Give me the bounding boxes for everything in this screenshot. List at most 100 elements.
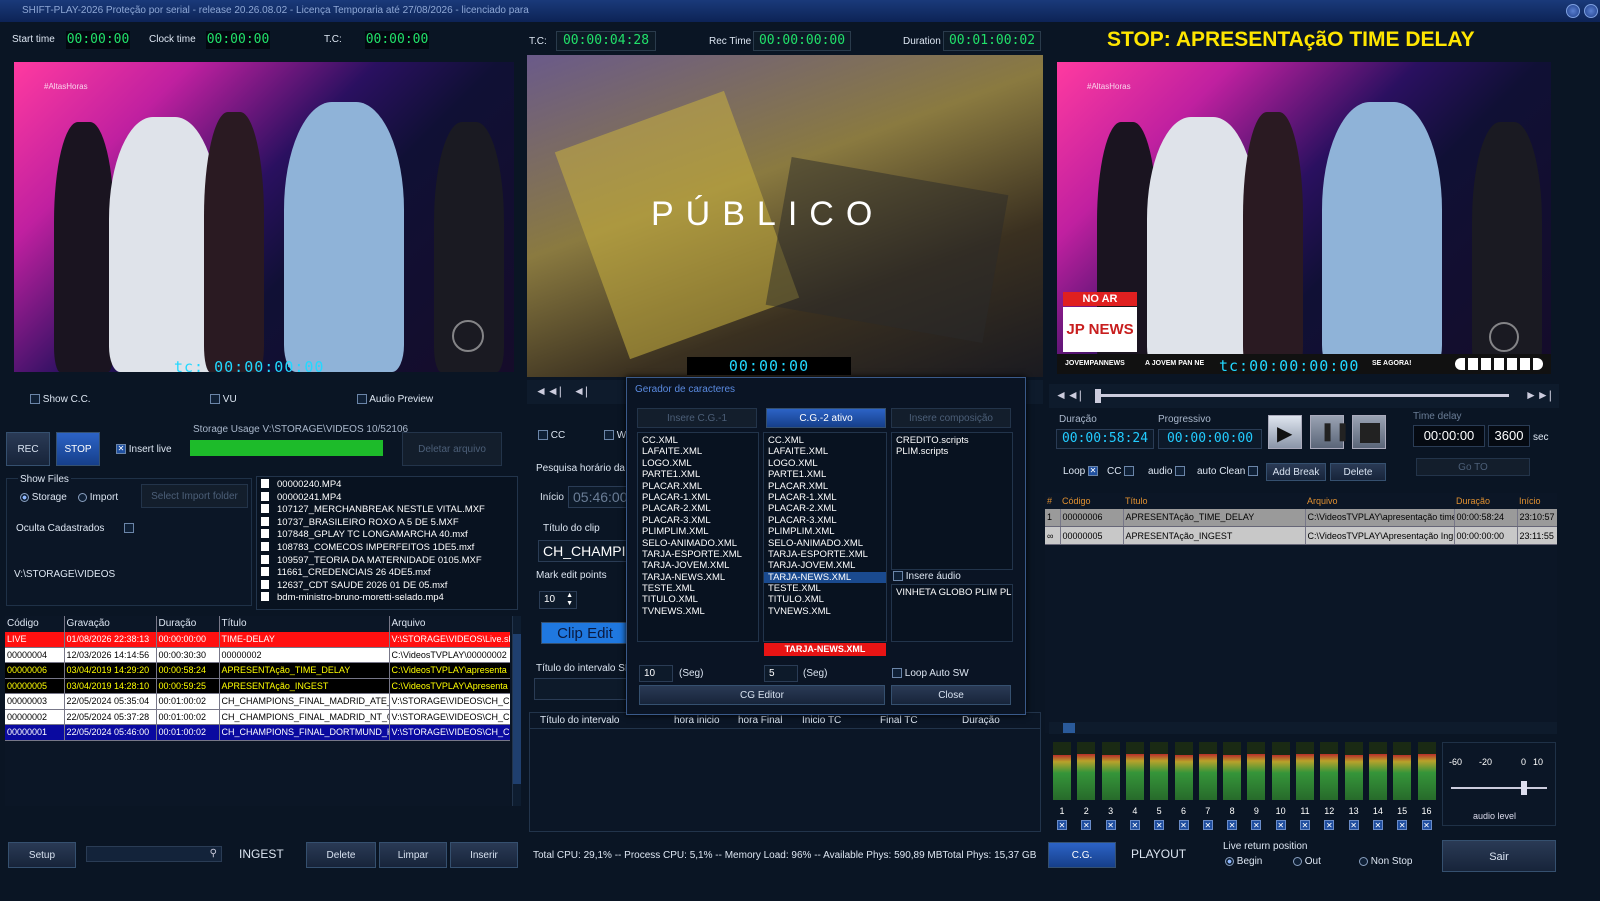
mark-edit-stepper[interactable]: 10 ▲ ▼ bbox=[539, 591, 577, 609]
interval-col-header[interactable]: hora Final bbox=[738, 715, 782, 726]
auto-clean-checkbox[interactable]: auto Clean bbox=[1197, 466, 1259, 477]
interval-col-header[interactable]: hora inicio bbox=[674, 715, 720, 726]
cg-editor-button[interactable]: CG Editor bbox=[639, 685, 885, 705]
cc-checkbox-center[interactable]: CC bbox=[538, 430, 565, 441]
playlist-hscrollbar[interactable] bbox=[1049, 722, 1557, 734]
exit-button[interactable]: Sair bbox=[1442, 840, 1556, 872]
playlist-col-header[interactable]: Duração bbox=[1454, 493, 1517, 509]
interval-col-header[interactable]: Inicio TC bbox=[802, 715, 841, 726]
channel-mute-checkbox[interactable]: ✕ bbox=[1348, 820, 1359, 830]
cg-list-item[interactable]: TARJA-JOVEM.XML bbox=[764, 560, 886, 571]
ingest-col-header[interactable]: Título bbox=[219, 616, 390, 632]
cg-list-item[interactable]: PLACAR-3.XML bbox=[764, 515, 886, 526]
audio-level-slider[interactable] bbox=[1451, 787, 1547, 789]
ingest-row[interactable]: LIVE 01/08/2026 22:38:13 00:00:00:00 TIME-D… bbox=[5, 631, 510, 648]
file-list[interactable]: 00000240.MP4 00000241.MP4 107127_MERCHANBR… bbox=[256, 476, 518, 610]
cg-list-item[interactable]: CC.XML bbox=[638, 435, 758, 446]
select-import-folder-button[interactable]: Select Import folder bbox=[141, 484, 248, 508]
file-list-item[interactable]: 10737_BRASILEIRO ROXO A 5 DE 5.MXF bbox=[257, 516, 517, 530]
close-window-button[interactable] bbox=[1584, 4, 1598, 18]
cg2-duration-input[interactable]: 5 bbox=[764, 665, 798, 682]
cg-list-item[interactable]: PLIMPLIM.XML bbox=[764, 526, 886, 537]
cg-button[interactable]: C.G. bbox=[1048, 842, 1116, 868]
file-list-item[interactable]: 109597_TEORIA DA MATERNIDADE 0105.MXF bbox=[257, 554, 517, 568]
cg-list-item[interactable]: PLACAR-1.XML bbox=[638, 492, 758, 503]
file-list-item[interactable]: 107127_MERCHANBREAK NESTLE VITAL.MXF bbox=[257, 504, 517, 517]
cg1-list[interactable]: CC.XML LAFAITE.XML LOGO.XML PARTE1.XML PLACA… bbox=[637, 432, 759, 642]
cg-list-item[interactable]: PARTE1.XML bbox=[638, 469, 758, 480]
file-list-item[interactable]: 107848_GPLAY TC LONGAMARCHA 40.mxf bbox=[257, 529, 517, 542]
hide-registered-checkbox[interactable] bbox=[124, 523, 134, 534]
delete-playlist-button[interactable]: Delete bbox=[1330, 463, 1386, 481]
search-input[interactable]: ⚲ bbox=[86, 846, 222, 862]
ingest-col-header[interactable]: Gravação bbox=[64, 616, 157, 632]
begin-radio[interactable]: Begin bbox=[1225, 856, 1262, 867]
delete-file-button[interactable]: Deletar arquivo bbox=[402, 432, 502, 466]
cg-list-item[interactable]: PLACAR.XML bbox=[764, 481, 886, 492]
channel-mute-checkbox[interactable]: ✕ bbox=[1227, 820, 1238, 830]
playlist-col-header[interactable]: # bbox=[1045, 493, 1060, 509]
file-list-item[interactable]: 00000240.MP4 bbox=[257, 479, 517, 492]
channel-mute-checkbox[interactable]: ✕ bbox=[1154, 820, 1165, 830]
cg-list-item[interactable]: PLACAR.XML bbox=[638, 481, 758, 492]
cg-list-item[interactable]: LAFAITE.XML bbox=[764, 446, 886, 457]
playlist-col-header[interactable]: Código bbox=[1060, 493, 1123, 509]
ingest-scrollbar[interactable] bbox=[512, 616, 521, 806]
insert-composition-button[interactable]: Insere composição bbox=[891, 408, 1011, 428]
interval-col-header[interactable]: Duração bbox=[962, 715, 1000, 726]
import-radio[interactable]: Import bbox=[78, 492, 118, 503]
add-break-button[interactable]: Add Break bbox=[1266, 463, 1326, 481]
playlist-table[interactable]: # Código Título Arquivo Duração Início 1 00000… bbox=[1045, 493, 1557, 733]
composition-list[interactable]: CREDITO.scripts PLIM.scripts bbox=[891, 432, 1013, 570]
channel-mute-checkbox[interactable]: ✕ bbox=[1251, 820, 1262, 830]
cg-list-item[interactable]: PLIM.scripts bbox=[892, 446, 1012, 457]
cg-list-item[interactable]: PLACAR-3.XML bbox=[638, 515, 758, 526]
playlist-col-header[interactable]: Início bbox=[1517, 493, 1557, 509]
audio-checkbox[interactable]: audio bbox=[1148, 466, 1186, 477]
ingest-row[interactable]: 00000001 22/05/2024 05:46:00 00:01:00:02 CH… bbox=[5, 724, 510, 741]
seek-handle[interactable] bbox=[1095, 389, 1101, 403]
channel-mute-checkbox[interactable]: ✕ bbox=[1202, 820, 1213, 830]
cg-list-item[interactable]: LAFAITE.XML bbox=[638, 446, 758, 457]
ingest-col-header[interactable]: Arquivo bbox=[389, 616, 510, 632]
insert-live-checkbox[interactable]: ✕ Insert live bbox=[116, 444, 172, 455]
file-list-item[interactable]: 12637_CDT SAUDE 2026 01 DE 05.mxf bbox=[257, 579, 517, 593]
file-list-item[interactable]: bdm-ministro-bruno-moretti-selado.mp4 bbox=[257, 592, 517, 605]
playlist-col-header[interactable]: Título bbox=[1123, 493, 1305, 509]
clip-title-input[interactable]: CH_CHAMPIC bbox=[538, 540, 628, 562]
non-stop-radio[interactable]: Non Stop bbox=[1359, 856, 1412, 867]
cg-list-item[interactable]: PLACAR-2.XML bbox=[764, 503, 886, 514]
cg-list-item[interactable]: TARJA-JOVEM.XML bbox=[638, 560, 758, 571]
audio-list[interactable]: VINHETA GLOBO PLIM PLIM 2 bbox=[891, 584, 1013, 642]
step-back-icon[interactable]: ◄| bbox=[573, 384, 588, 398]
ingest-row[interactable]: 00000004 12/03/2026 14:14:56 00:00:30:30 00… bbox=[5, 647, 510, 663]
clip-edit-button[interactable]: Clip Edit bbox=[541, 622, 629, 644]
out-radio[interactable]: Out bbox=[1293, 856, 1321, 867]
channel-mute-checkbox[interactable]: ✕ bbox=[1275, 820, 1286, 830]
cg-list-item[interactable]: CREDITO.scripts bbox=[892, 435, 1012, 446]
interval-title-input[interactable] bbox=[534, 678, 628, 700]
channel-mute-checkbox[interactable]: ✕ bbox=[1105, 820, 1116, 830]
loop-checkbox[interactable]: Loop ✕ bbox=[1063, 466, 1099, 477]
delete-button[interactable]: Delete bbox=[306, 842, 376, 868]
insert-cg1-button[interactable]: Insere C.G.-1 bbox=[637, 408, 757, 428]
playlist-row[interactable]: ∞ 00000005 APRESENTAção_INGEST C:\VideosTVP… bbox=[1045, 526, 1557, 545]
start-time-input[interactable]: 05:46:00 bbox=[568, 486, 628, 508]
cg-list-item[interactable]: CC.XML bbox=[764, 435, 886, 446]
go-to-button[interactable]: Go TO bbox=[1416, 458, 1530, 476]
interval-col-header[interactable]: Título do intervalo bbox=[540, 715, 620, 726]
playlist-row[interactable]: 1 00000006 APRESENTAção_TIME_DELAY C:\Video… bbox=[1045, 508, 1557, 527]
cg-list-item[interactable]: PLACAR-2.XML bbox=[638, 503, 758, 514]
pause-button[interactable]: ❚❚ bbox=[1310, 415, 1350, 449]
ingest-row[interactable]: 00000002 22/05/2024 05:37:28 00:01:00:02 CH… bbox=[5, 709, 510, 725]
ingest-table[interactable]: Código Gravação Duração Título Arquivo LIVE 0… bbox=[5, 616, 510, 806]
cg-list-item[interactable]: PARTE1.XML bbox=[764, 469, 886, 480]
file-list-item[interactable]: 00000241.MP4 bbox=[257, 491, 517, 505]
playlist-col-header[interactable]: Arquivo bbox=[1305, 493, 1454, 509]
file-list-item[interactable]: 11661_CREDENCIAIS 26 4DE5.mxf bbox=[257, 567, 517, 580]
channel-mute-checkbox[interactable]: ✕ bbox=[1129, 820, 1140, 830]
cg-list-item[interactable]: SELO-ANIMADO.XML bbox=[638, 538, 758, 549]
insert-audio-checkbox[interactable]: Insere áudio bbox=[893, 571, 961, 582]
cg-list-item[interactable]: TARJA-NEWS.XML bbox=[638, 572, 758, 583]
cg-list-item[interactable]: TARJA-NEWS.XML bbox=[764, 571, 886, 584]
